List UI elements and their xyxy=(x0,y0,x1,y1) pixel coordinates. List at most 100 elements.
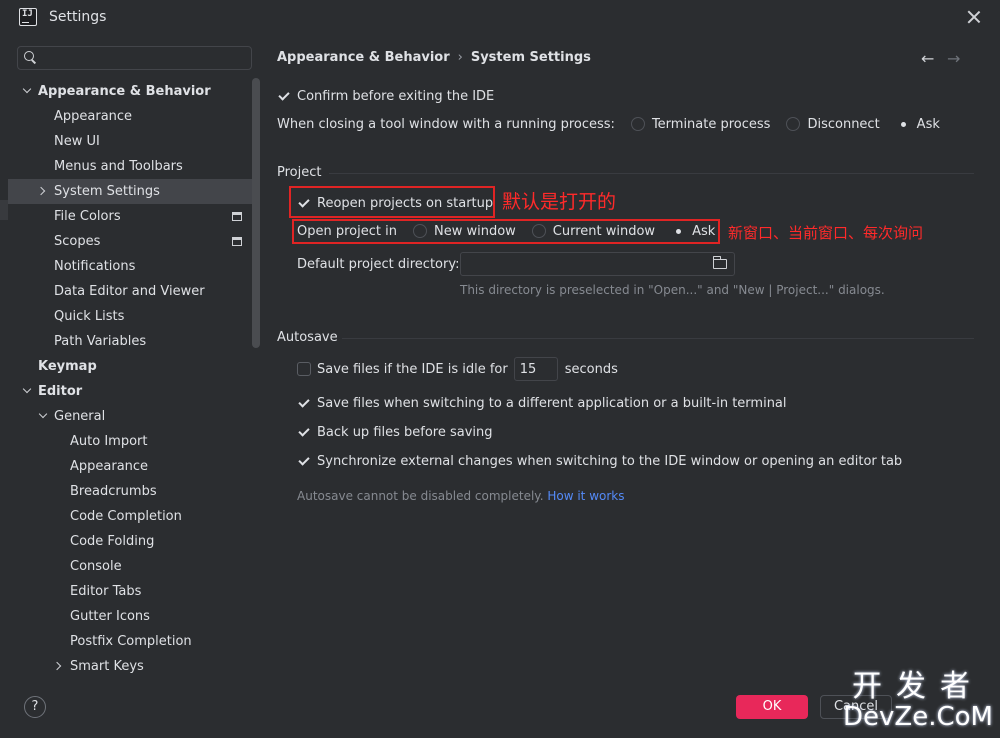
annotation-box-open-in xyxy=(292,219,720,244)
sidebar-item-gutter-icons[interactable]: Gutter Icons xyxy=(8,604,252,629)
autosave-divider xyxy=(342,338,974,339)
window-title: Settings xyxy=(49,9,107,25)
sidebar-item-label: Editor Tabs xyxy=(70,584,142,599)
save-on-switch-option[interactable]: Save files when switching to a different… xyxy=(297,391,787,415)
backup-label: Back up files before saving xyxy=(317,424,493,440)
window-edge xyxy=(0,200,8,220)
sidebar-item-label: Gutter Icons xyxy=(70,609,150,624)
closing-tool-window-row: When closing a tool window with a runnin… xyxy=(277,112,940,136)
autosave-section-title: Autosave xyxy=(277,330,338,345)
back-arrow-icon[interactable]: ← xyxy=(921,51,934,67)
sidebar-item-label: Appearance xyxy=(54,109,133,124)
chevron-right-icon[interactable] xyxy=(55,662,63,670)
sync-label: Synchronize external changes when switch… xyxy=(317,453,903,469)
sidebar-item-menus-and-toolbars[interactable]: Menus and Toolbars xyxy=(8,154,252,179)
devze-watermark: 开发者 DevZe.CoM xyxy=(842,672,994,734)
ok-button[interactable]: OK xyxy=(736,695,808,719)
breadcrumb-current: System Settings xyxy=(470,50,591,65)
sidebar-item-keymap[interactable]: Keymap xyxy=(8,354,252,379)
close-icon[interactable] xyxy=(964,7,984,27)
search-icon xyxy=(24,51,36,63)
project-level-icon xyxy=(232,237,242,246)
sidebar-item-label: New UI xyxy=(54,134,100,149)
sidebar-item-system-settings[interactable]: System Settings xyxy=(8,179,252,204)
search-input[interactable] xyxy=(17,46,252,70)
idle-save-option: Save files if the IDE is idle for 15 sec… xyxy=(297,357,618,381)
sidebar-item-appearance-behavior[interactable]: Appearance & Behavior xyxy=(8,79,252,104)
sidebar-item-label: Auto Import xyxy=(70,434,148,449)
default-dir-label: Default project directory: xyxy=(297,256,460,272)
breadcrumb-separator: › xyxy=(457,50,463,65)
sidebar-item-postfix-completion[interactable]: Postfix Completion xyxy=(8,629,252,654)
sidebar-item-general[interactable]: General xyxy=(8,404,252,429)
breadcrumb-parent[interactable]: Appearance & Behavior xyxy=(277,50,450,65)
ask-label[interactable]: Ask xyxy=(917,117,940,132)
sidebar-item-breadcrumbs[interactable]: Breadcrumbs xyxy=(8,479,252,504)
sidebar-item-label: Code Completion xyxy=(70,509,182,524)
sync-checkbox[interactable] xyxy=(297,454,311,468)
terminate-process-label[interactable]: Terminate process xyxy=(652,117,771,132)
disconnect-radio[interactable] xyxy=(786,117,801,131)
sidebar-item-label: Console xyxy=(70,559,122,574)
seconds-label: seconds xyxy=(564,361,618,377)
settings-content: Appearance & Behavior › System Settings ← … xyxy=(277,34,977,684)
sidebar-item-label: Menus and Toolbars xyxy=(54,159,183,174)
autosave-note-text: Autosave cannot be disabled completely. xyxy=(297,489,544,503)
idle-seconds-input[interactable]: 15 xyxy=(513,357,558,381)
help-button[interactable]: ? xyxy=(24,696,46,718)
sidebar-item-data-editor-and-viewer[interactable]: Data Editor and Viewer xyxy=(8,279,252,304)
terminate-process-radio[interactable] xyxy=(630,117,645,131)
closing-tool-window-label: When closing a tool window with a runnin… xyxy=(277,116,615,132)
sidebar-scrollbar[interactable] xyxy=(252,78,260,348)
chevron-down-icon[interactable] xyxy=(23,87,31,95)
how-it-works-link[interactable]: How it works xyxy=(547,489,624,503)
sidebar-item-editor-tabs[interactable]: Editor Tabs xyxy=(8,579,252,604)
project-level-icon xyxy=(232,212,242,221)
sidebar-item-notifications[interactable]: Notifications xyxy=(8,254,252,279)
default-dir-hint: This directory is preselected in "Open..… xyxy=(460,283,885,297)
sidebar-item-label: Appearance xyxy=(70,459,149,474)
sidebar-item-smart-keys[interactable]: Smart Keys xyxy=(8,654,252,679)
sidebar-item-label: System Settings xyxy=(54,184,160,199)
sidebar-item-appearance[interactable]: Appearance xyxy=(8,104,252,129)
disconnect-label[interactable]: Disconnect xyxy=(807,117,879,132)
sidebar-item-appearance[interactable]: Appearance xyxy=(8,454,252,479)
confirm-exit-checkbox[interactable] xyxy=(277,89,291,103)
settings-tree: Appearance & Behavior Appearance New UI Men… xyxy=(8,79,252,679)
sidebar-item-path-variables[interactable]: Path Variables xyxy=(8,329,252,354)
backup-option[interactable]: Back up files before saving xyxy=(297,420,493,444)
settings-sidebar: Appearance & Behavior Appearance New UI Men… xyxy=(0,34,260,684)
forward-arrow-icon[interactable]: → xyxy=(947,51,960,67)
confirm-exit-option[interactable]: Confirm before exiting the IDE xyxy=(277,84,494,108)
save-on-switch-checkbox[interactable] xyxy=(297,396,311,410)
idle-save-checkbox[interactable] xyxy=(297,362,311,376)
annotation-reopen-note: 默认是打开的 xyxy=(502,191,617,213)
sidebar-item-auto-import[interactable]: Auto Import xyxy=(8,429,252,454)
sidebar-item-code-folding[interactable]: Code Folding xyxy=(8,529,252,554)
sidebar-item-label: Notifications xyxy=(54,259,136,274)
sidebar-item-code-completion[interactable]: Code Completion xyxy=(8,504,252,529)
sidebar-item-editor[interactable]: Editor xyxy=(8,379,252,404)
sync-option[interactable]: Synchronize external changes when switch… xyxy=(297,449,902,473)
chevron-right-icon[interactable] xyxy=(39,187,47,195)
breadcrumb: Appearance & Behavior › System Settings xyxy=(277,50,591,65)
autosave-note: Autosave cannot be disabled completely. … xyxy=(297,489,624,503)
chevron-down-icon[interactable] xyxy=(23,387,31,395)
default-dir-input[interactable] xyxy=(460,252,735,276)
project-section-title: Project xyxy=(277,165,322,180)
ask-radio[interactable] xyxy=(896,117,910,131)
title-bar: IJ Settings xyxy=(0,0,1000,34)
folder-icon[interactable] xyxy=(712,256,727,269)
sidebar-item-scopes[interactable]: Scopes xyxy=(8,229,252,254)
watermark-bottom: DevZe.CoM xyxy=(843,702,993,732)
intellij-app-icon: IJ xyxy=(19,8,37,26)
chevron-down-icon[interactable] xyxy=(39,412,47,420)
sidebar-item-label: Data Editor and Viewer xyxy=(54,284,205,299)
sidebar-item-file-colors[interactable]: File Colors xyxy=(8,204,252,229)
sidebar-item-label: Scopes xyxy=(54,234,101,249)
sidebar-item-console[interactable]: Console xyxy=(8,554,252,579)
backup-checkbox[interactable] xyxy=(297,425,311,439)
sidebar-item-quick-lists[interactable]: Quick Lists xyxy=(8,304,252,329)
sidebar-item-label: Keymap xyxy=(38,359,97,374)
sidebar-item-new-ui[interactable]: New UI xyxy=(8,129,252,154)
